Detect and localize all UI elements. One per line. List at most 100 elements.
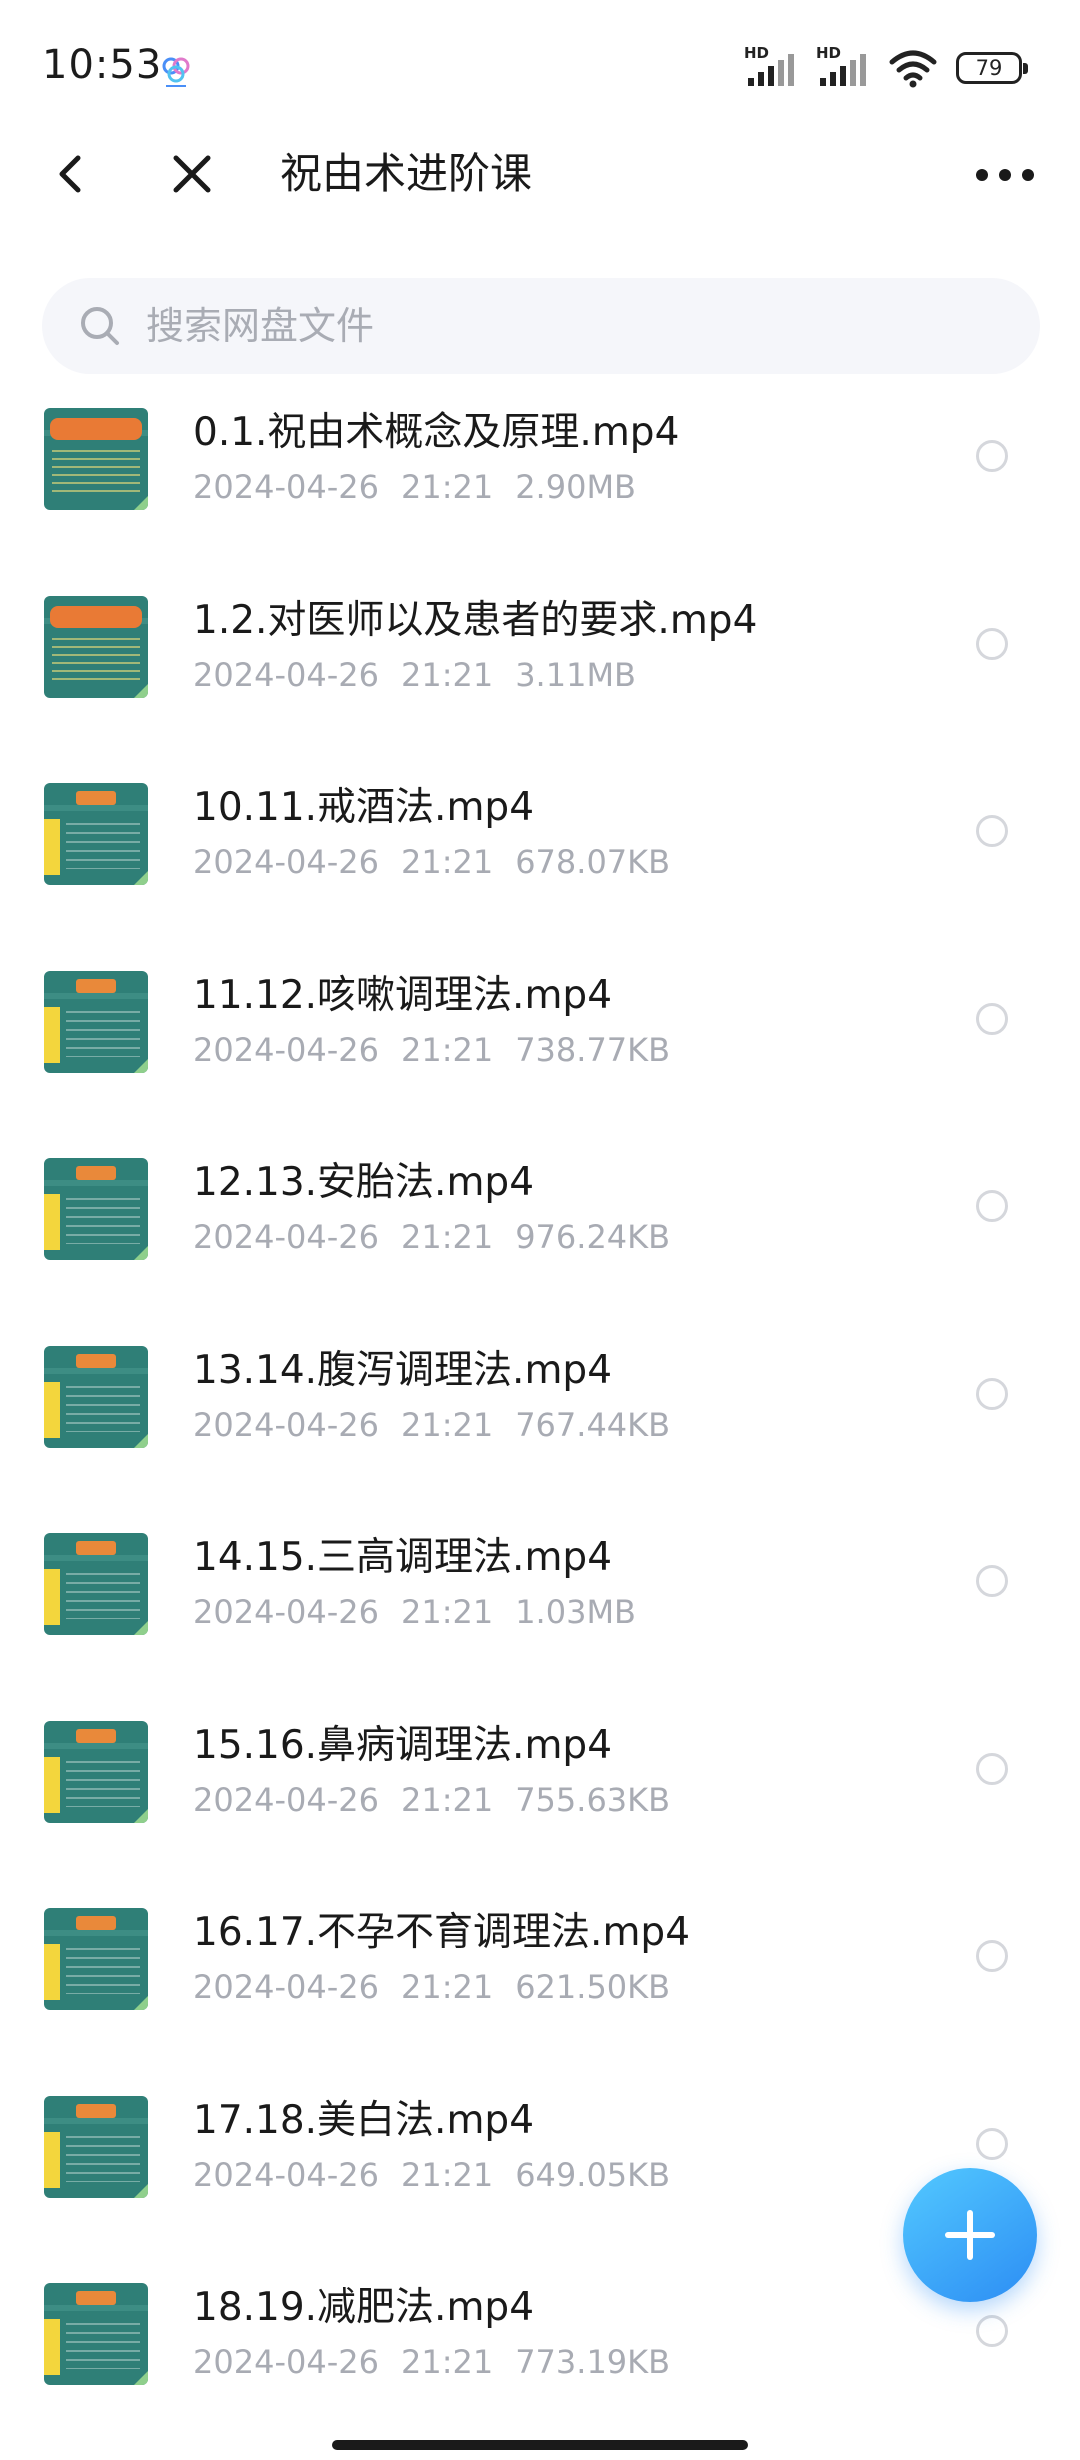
file-size: 976.24KB xyxy=(515,1218,671,1256)
file-size: 738.77KB xyxy=(515,1030,671,1069)
file-row[interactable]: 14.15.三高调理法.mp4 2024-04-26 21:21 1.03MB xyxy=(0,1525,1080,1713)
video-thumbnail xyxy=(44,1720,148,1823)
select-radio[interactable] xyxy=(976,2315,1008,2347)
video-thumbnail xyxy=(44,408,148,510)
file-row[interactable]: 16.17.不孕不育调理法.mp4 2024-04-26 21:21 621.50KB xyxy=(0,1900,1080,2088)
home-indicator[interactable] xyxy=(332,2440,748,2450)
file-date: 2024-04-26 xyxy=(193,2343,379,2381)
file-name: 0.1.祝由术概念及原理.mp4 xyxy=(193,410,680,455)
video-thumbnail xyxy=(44,1158,148,1260)
file-size: 1.03MB xyxy=(515,1593,636,1631)
file-row[interactable]: 10.11.戒酒法.mp4 2024-04-26 21:21 678.07KB xyxy=(0,775,1080,963)
file-name: 18.19.减肥法.mp4 xyxy=(193,2285,535,2330)
file-date: 2024-04-26 xyxy=(193,1593,379,1631)
search-bar[interactable] xyxy=(42,278,1040,374)
file-meta: 2024-04-26 21:21 2.90MB xyxy=(193,466,658,508)
video-thumbnail xyxy=(44,970,148,1073)
file-time: 21:21 xyxy=(400,2343,494,2381)
video-thumbnail xyxy=(44,1533,148,1635)
select-radio[interactable] xyxy=(976,1940,1008,1972)
signal-icon: HD xyxy=(816,46,870,90)
video-thumbnail xyxy=(44,2283,148,2385)
file-row[interactable]: 11.12.咳嗽调理法.mp4 2024-04-26 21:21 738.77KB xyxy=(0,963,1080,1151)
search-icon xyxy=(81,307,119,345)
file-size: 3.11MB xyxy=(515,655,636,694)
file-time: 21:21 xyxy=(400,843,494,881)
video-thumbnail xyxy=(44,783,148,885)
file-date: 2024-04-26 xyxy=(193,1405,379,1444)
file-meta: 2024-04-26 21:21 678.07KB xyxy=(193,841,692,883)
file-name: 14.15.三高调理法.mp4 xyxy=(193,1535,613,1580)
file-meta: 2024-04-26 21:21 738.77KB xyxy=(193,1029,692,1071)
file-date: 2024-04-26 xyxy=(193,2155,379,2194)
select-radio[interactable] xyxy=(976,627,1008,660)
file-row[interactable]: 13.14.腹泻调理法.mp4 2024-04-26 21:21 767.44KB xyxy=(0,1338,1080,1526)
file-list: 0.1.祝由术概念及原理.mp4 2024-04-26 21:21 2.90MB 1.2… xyxy=(0,400,1080,2460)
header-bar: 祝由术进阶课 xyxy=(0,130,1080,220)
search-input[interactable] xyxy=(144,303,1008,349)
select-radio[interactable] xyxy=(976,1377,1008,1410)
file-meta: 2024-04-26 21:21 3.11MB xyxy=(193,654,658,696)
select-radio[interactable] xyxy=(976,1002,1008,1035)
file-time: 21:21 xyxy=(400,2155,494,2194)
app-notification-icon xyxy=(162,57,190,87)
file-meta: 2024-04-26 21:21 1.03MB xyxy=(193,1591,658,1633)
file-row[interactable]: 15.16.鼻病调理法.mp4 2024-04-26 21:21 755.63KB xyxy=(0,1713,1080,1901)
battery-icon: 79 xyxy=(956,52,1028,84)
signal-icon: HD xyxy=(744,46,798,90)
more-dots-icon[interactable] xyxy=(970,150,1040,200)
select-radio[interactable] xyxy=(976,1565,1008,1597)
file-date: 2024-04-26 xyxy=(193,843,379,881)
file-time: 21:21 xyxy=(400,1968,494,2006)
file-size: 2.90MB xyxy=(515,468,636,506)
file-meta: 2024-04-26 21:21 767.44KB xyxy=(193,1404,692,1446)
file-size: 678.07KB xyxy=(515,843,671,881)
app-screen: 10:53 HD HD 79 祝由术进阶课 搜索网盘文件 0.1.祝由术概念及原… xyxy=(0,0,1080,2460)
video-thumbnail xyxy=(44,1908,148,2010)
file-row[interactable]: 0.1.祝由术概念及原理.mp4 2024-04-26 21:21 2.90MB xyxy=(0,400,1080,588)
status-indicators: HD HD 79 xyxy=(744,44,1028,92)
back-arrow-icon[interactable] xyxy=(42,144,102,204)
file-name: 16.17.不孕不育调理法.mp4 xyxy=(193,1910,691,1955)
add-button[interactable] xyxy=(903,2168,1037,2302)
file-time: 21:21 xyxy=(400,1780,494,1819)
file-meta: 2024-04-26 21:21 649.05KB xyxy=(193,2154,692,2196)
file-name: 12.13.安胎法.mp4 xyxy=(193,1160,535,1205)
file-size: 621.50KB xyxy=(515,1968,671,2006)
file-date: 2024-04-26 xyxy=(193,655,379,694)
file-name: 15.16.鼻病调理法.mp4 xyxy=(193,1722,613,1768)
file-meta: 2024-04-26 21:21 755.63KB xyxy=(193,1779,692,1821)
file-time: 21:21 xyxy=(400,468,494,506)
file-date: 2024-04-26 xyxy=(193,1780,379,1819)
select-radio[interactable] xyxy=(976,1752,1008,1785)
wifi-icon xyxy=(889,50,937,88)
file-size: 773.19KB xyxy=(515,2343,671,2381)
file-time: 21:21 xyxy=(400,655,494,694)
video-thumbnail xyxy=(44,595,148,698)
file-size: 649.05KB xyxy=(515,2155,671,2194)
file-size: 767.44KB xyxy=(515,1405,671,1444)
close-icon[interactable] xyxy=(162,144,222,204)
select-radio[interactable] xyxy=(976,815,1008,847)
select-radio[interactable] xyxy=(976,1190,1008,1222)
file-row[interactable]: 1.2.对医师以及患者的要求.mp4 2024-04-26 21:21 3.11MB xyxy=(0,588,1080,776)
file-name: 10.11.戒酒法.mp4 xyxy=(193,785,535,830)
select-radio[interactable] xyxy=(976,440,1008,472)
file-row[interactable]: 18.19.减肥法.mp4 2024-04-26 21:21 773.19KB xyxy=(0,2275,1080,2460)
file-date: 2024-04-26 xyxy=(193,1030,379,1069)
file-meta: 2024-04-26 21:21 773.19KB xyxy=(193,2341,692,2383)
file-time: 21:21 xyxy=(400,1218,494,1256)
file-name: 11.12.咳嗽调理法.mp4 xyxy=(193,972,613,1018)
status-bar: 10:53 HD HD 79 xyxy=(0,0,1080,140)
file-time: 21:21 xyxy=(400,1030,494,1069)
file-time: 21:21 xyxy=(400,1405,494,1444)
plus-icon xyxy=(945,2210,995,2260)
select-radio[interactable] xyxy=(976,2127,1008,2160)
video-thumbnail xyxy=(44,2095,148,2198)
status-time: 10:53 xyxy=(42,42,163,88)
file-meta: 2024-04-26 21:21 621.50KB xyxy=(193,1966,692,2008)
file-name: 1.2.对医师以及患者的要求.mp4 xyxy=(193,597,758,643)
file-row[interactable]: 12.13.安胎法.mp4 2024-04-26 21:21 976.24KB xyxy=(0,1150,1080,1338)
file-time: 21:21 xyxy=(400,1593,494,1631)
file-date: 2024-04-26 xyxy=(193,468,379,506)
